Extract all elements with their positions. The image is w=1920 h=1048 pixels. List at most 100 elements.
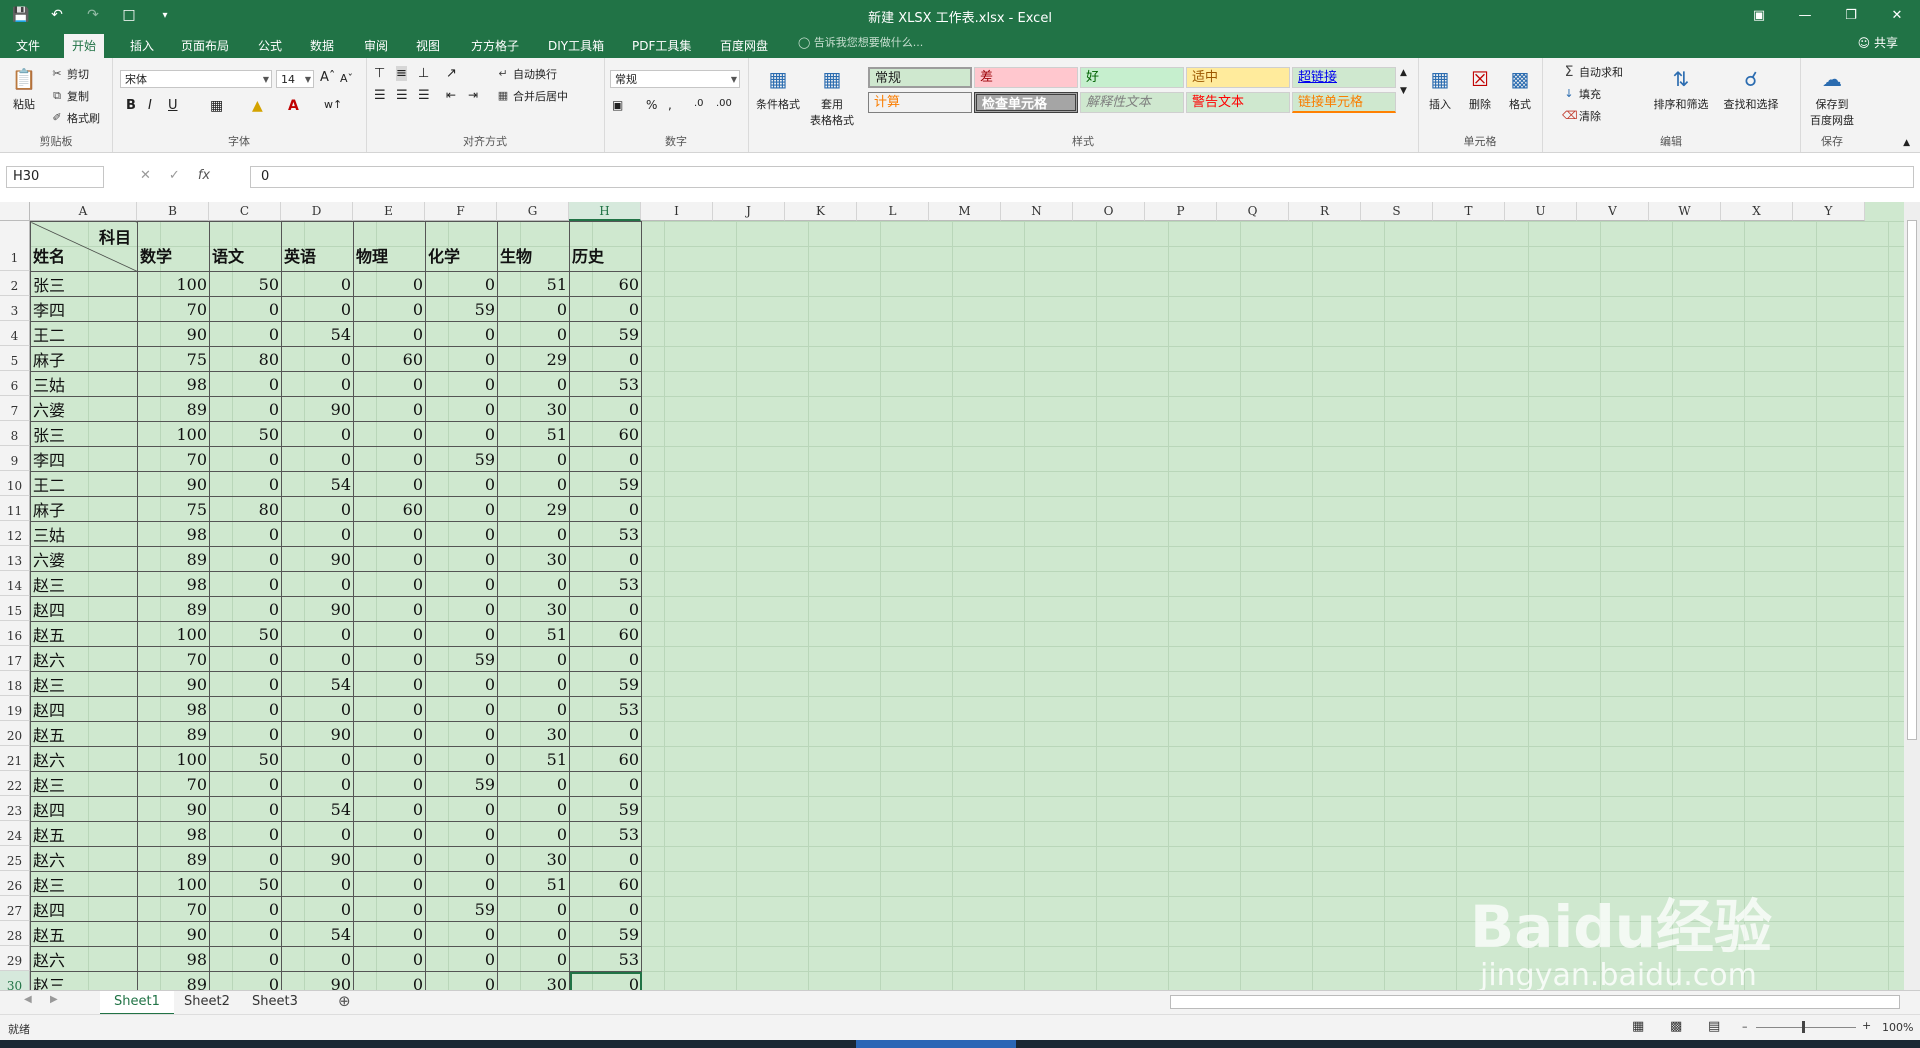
name-cell[interactable]: 赵三 xyxy=(30,571,138,597)
column-header[interactable]: H xyxy=(569,202,641,221)
row-header[interactable]: 16 xyxy=(0,621,30,646)
score-cell[interactable]: 70 xyxy=(137,296,210,322)
zoom-slider-thumb[interactable] xyxy=(1802,1021,1805,1033)
score-cell[interactable]: 30 xyxy=(497,971,570,990)
score-cell[interactable]: 70 xyxy=(137,646,210,672)
collapse-ribbon-icon[interactable]: ▲ xyxy=(1903,138,1910,148)
tab-view[interactable]: 视图 xyxy=(408,34,448,58)
column-header[interactable]: O xyxy=(1073,202,1145,221)
increase-font-icon[interactable]: Aˆ xyxy=(320,70,335,85)
score-cell[interactable]: 0 xyxy=(353,696,426,722)
score-cell[interactable]: 0 xyxy=(497,921,570,947)
decrease-indent-icon[interactable]: ⇤ xyxy=(446,88,456,102)
score-cell[interactable]: 98 xyxy=(137,696,210,722)
score-cell[interactable]: 0 xyxy=(209,971,282,990)
conditional-format-button[interactable]: ▦ 条件格式 xyxy=(752,64,804,112)
share-button[interactable]: ☺ 共享 xyxy=(1858,34,1898,51)
format-painter-button[interactable]: ✐ 格式刷 xyxy=(50,110,100,126)
score-cell[interactable]: 0 xyxy=(497,446,570,472)
column-header[interactable]: W xyxy=(1649,202,1721,221)
score-cell[interactable]: 0 xyxy=(209,596,282,622)
name-cell[interactable]: 赵三 xyxy=(30,771,138,797)
score-cell[interactable]: 50 xyxy=(209,871,282,897)
score-cell[interactable]: 0 xyxy=(569,596,642,622)
score-cell[interactable]: 0 xyxy=(497,296,570,322)
score-cell[interactable]: 60 xyxy=(569,271,642,297)
score-cell[interactable]: 50 xyxy=(209,421,282,447)
name-cell[interactable]: 赵五 xyxy=(30,621,138,647)
scroll-left-icon[interactable]: ◀ xyxy=(24,994,32,1005)
score-cell[interactable]: 89 xyxy=(137,596,210,622)
score-cell[interactable]: 59 xyxy=(569,671,642,697)
align-bottom-icon[interactable]: ⊥ xyxy=(418,66,429,81)
score-cell[interactable]: 0 xyxy=(281,696,354,722)
score-cell[interactable]: 54 xyxy=(281,321,354,347)
page-layout-view-icon[interactable]: ▩ xyxy=(1670,1019,1682,1034)
fill-color-icon[interactable]: ▲ xyxy=(252,98,263,114)
score-cell[interactable]: 0 xyxy=(425,471,498,497)
score-cell[interactable]: 90 xyxy=(281,971,354,990)
score-cell[interactable]: 0 xyxy=(425,671,498,697)
score-cell[interactable]: 53 xyxy=(569,571,642,597)
name-cell[interactable]: 赵四 xyxy=(30,896,138,922)
score-cell[interactable]: 0 xyxy=(425,371,498,397)
cancel-icon[interactable]: ✕ xyxy=(140,168,151,183)
score-cell[interactable]: 0 xyxy=(353,321,426,347)
scroll-right-icon[interactable]: ▶ xyxy=(50,994,58,1005)
score-cell[interactable]: 90 xyxy=(281,546,354,572)
subject-header-cell[interactable]: 物理 xyxy=(353,221,426,272)
score-cell[interactable]: 50 xyxy=(209,271,282,297)
score-cell[interactable]: 0 xyxy=(425,596,498,622)
number-format-select[interactable]: 常规 ▼ xyxy=(610,70,740,88)
score-cell[interactable]: 0 xyxy=(569,496,642,522)
column-header[interactable]: Y xyxy=(1793,202,1865,221)
style-neutral[interactable]: 适中 xyxy=(1186,67,1290,88)
underline-button[interactable]: U xyxy=(168,98,178,113)
score-cell[interactable]: 0 xyxy=(425,621,498,647)
score-cell[interactable]: 0 xyxy=(497,771,570,797)
score-cell[interactable]: 0 xyxy=(209,696,282,722)
score-cell[interactable]: 0 xyxy=(569,346,642,372)
score-cell[interactable]: 0 xyxy=(209,896,282,922)
score-cell[interactable]: 100 xyxy=(137,271,210,297)
orientation-icon[interactable]: ↗ xyxy=(446,66,457,81)
score-cell[interactable]: 0 xyxy=(281,371,354,397)
score-cell[interactable]: 60 xyxy=(569,421,642,447)
score-cell[interactable]: 54 xyxy=(281,471,354,497)
increase-indent-icon[interactable]: ⇥ xyxy=(468,88,478,102)
name-cell[interactable]: 张三 xyxy=(30,421,138,447)
score-cell[interactable]: 59 xyxy=(425,296,498,322)
score-cell[interactable]: 59 xyxy=(569,321,642,347)
sheet-tab-3[interactable]: Sheet3 xyxy=(238,991,312,1013)
score-cell[interactable]: 0 xyxy=(353,421,426,447)
score-cell[interactable]: 30 xyxy=(497,846,570,872)
enter-icon[interactable]: ✓ xyxy=(169,168,180,183)
score-cell[interactable]: 0 xyxy=(497,821,570,847)
sort-filter-button[interactable]: ⇅ 排序和筛选 xyxy=(1648,64,1714,112)
score-cell[interactable]: 30 xyxy=(497,396,570,422)
vertical-scrollbar[interactable] xyxy=(1904,202,1920,990)
score-cell[interactable]: 60 xyxy=(353,496,426,522)
score-cell[interactable]: 0 xyxy=(209,471,282,497)
score-cell[interactable]: 0 xyxy=(209,646,282,672)
format-cells-button[interactable]: ▩ 格式 xyxy=(1502,64,1538,112)
score-cell[interactable]: 90 xyxy=(137,321,210,347)
row-header[interactable]: 6 xyxy=(0,371,30,396)
tab-baidu-netdisk[interactable]: 百度网盘 xyxy=(712,34,776,58)
style-linked-cell[interactable]: 链接单元格 xyxy=(1292,92,1396,113)
paste-button[interactable]: 📋 粘贴 xyxy=(6,64,42,112)
score-cell[interactable]: 51 xyxy=(497,871,570,897)
zoom-slider[interactable] xyxy=(1756,1027,1856,1028)
minimize-icon[interactable]: — xyxy=(1782,0,1828,30)
score-cell[interactable]: 0 xyxy=(281,821,354,847)
score-cell[interactable]: 0 xyxy=(497,696,570,722)
score-cell[interactable]: 80 xyxy=(209,496,282,522)
name-cell[interactable]: 六婆 xyxy=(30,546,138,572)
score-cell[interactable]: 0 xyxy=(425,821,498,847)
tab-home[interactable]: 开始 xyxy=(64,34,105,58)
save-baidu-button[interactable]: ☁ 保存到 百度网盘 xyxy=(1804,64,1860,128)
score-cell[interactable]: 98 xyxy=(137,821,210,847)
score-cell[interactable]: 60 xyxy=(569,871,642,897)
close-icon[interactable]: ✕ xyxy=(1874,0,1920,30)
score-cell[interactable]: 0 xyxy=(209,371,282,397)
